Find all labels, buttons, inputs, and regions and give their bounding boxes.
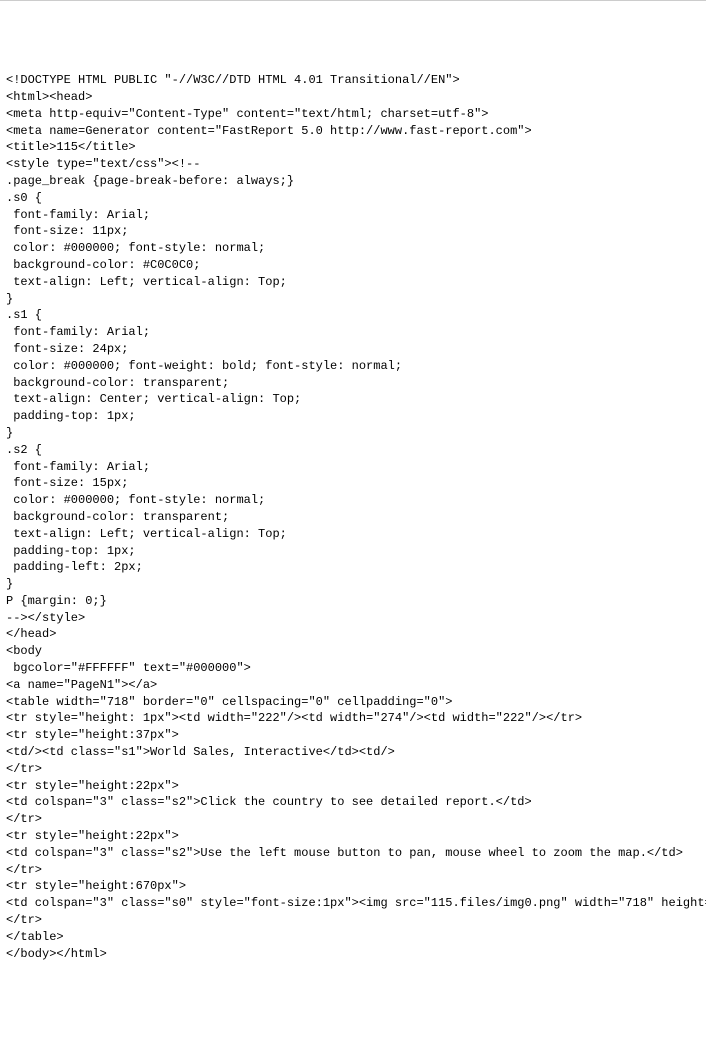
code-line: <table width="718" border="0" cellspacin…	[6, 694, 700, 711]
code-line: font-size: 24px;	[6, 341, 700, 358]
code-line: text-align: Center; vertical-align: Top;	[6, 391, 700, 408]
code-line: --></style>	[6, 610, 700, 627]
code-line: padding-left: 2px;	[6, 559, 700, 576]
code-line: bgcolor="#FFFFFF" text="#000000">	[6, 660, 700, 677]
code-line: }	[6, 576, 700, 593]
code-line: </head>	[6, 626, 700, 643]
code-line: <meta http-equiv="Content-Type" content=…	[6, 106, 700, 123]
code-line: <body	[6, 643, 700, 660]
code-line: </tr>	[6, 862, 700, 879]
code-line: background-color: transparent;	[6, 509, 700, 526]
code-line: <!DOCTYPE HTML PUBLIC "-//W3C//DTD HTML …	[6, 72, 700, 89]
code-line: font-family: Arial;	[6, 207, 700, 224]
code-line: color: #000000; font-weight: bold; font-…	[6, 358, 700, 375]
code-line: padding-top: 1px;	[6, 408, 700, 425]
code-line: text-align: Left; vertical-align: Top;	[6, 274, 700, 291]
code-line: </tr>	[6, 912, 700, 929]
code-line: font-size: 15px;	[6, 475, 700, 492]
code-line: color: #000000; font-style: normal;	[6, 492, 700, 509]
code-line: background-color: #C0C0C0;	[6, 257, 700, 274]
code-line: </table>	[6, 929, 700, 946]
code-line: <td/><td class="s1">World Sales, Interac…	[6, 744, 700, 761]
code-line: <meta name=Generator content="FastReport…	[6, 123, 700, 140]
code-line: <tr style="height:37px">	[6, 727, 700, 744]
code-line: <a name="PageN1"></a>	[6, 677, 700, 694]
code-line: <td colspan="3" class="s2">Click the cou…	[6, 794, 700, 811]
code-line: font-family: Arial;	[6, 324, 700, 341]
code-line: </tr>	[6, 811, 700, 828]
code-line: <html><head>	[6, 89, 700, 106]
code-line: .s2 {	[6, 442, 700, 459]
code-line: .page_break {page-break-before: always;}	[6, 173, 700, 190]
code-line: <title>115</title>	[6, 139, 700, 156]
code-line: background-color: transparent;	[6, 375, 700, 392]
code-line: <tr style="height:670px">	[6, 878, 700, 895]
code-line: <tr style="height:22px">	[6, 778, 700, 795]
code-line: <tr style="height:22px">	[6, 828, 700, 845]
code-line: text-align: Left; vertical-align: Top;	[6, 526, 700, 543]
code-line: .s0 {	[6, 190, 700, 207]
code-line: font-size: 11px;	[6, 223, 700, 240]
code-line: <style type="text/css"><!--	[6, 156, 700, 173]
code-line: color: #000000; font-style: normal;	[6, 240, 700, 257]
code-line: }	[6, 291, 700, 308]
code-line: P {margin: 0;}	[6, 593, 700, 610]
code-line: </tr>	[6, 761, 700, 778]
code-line: <td colspan="3" class="s2">Use the left …	[6, 845, 700, 862]
code-line: <tr style="height: 1px"><td width="222"/…	[6, 710, 700, 727]
code-line: </body></html>	[6, 946, 700, 963]
code-line: padding-top: 1px;	[6, 543, 700, 560]
code-line: }	[6, 425, 700, 442]
html-source-view: <!DOCTYPE HTML PUBLIC "-//W3C//DTD HTML …	[6, 72, 700, 962]
code-line: .s1 {	[6, 307, 700, 324]
code-line: font-family: Arial;	[6, 459, 700, 476]
code-line: <td colspan="3" class="s0" style="font-s…	[6, 895, 700, 912]
